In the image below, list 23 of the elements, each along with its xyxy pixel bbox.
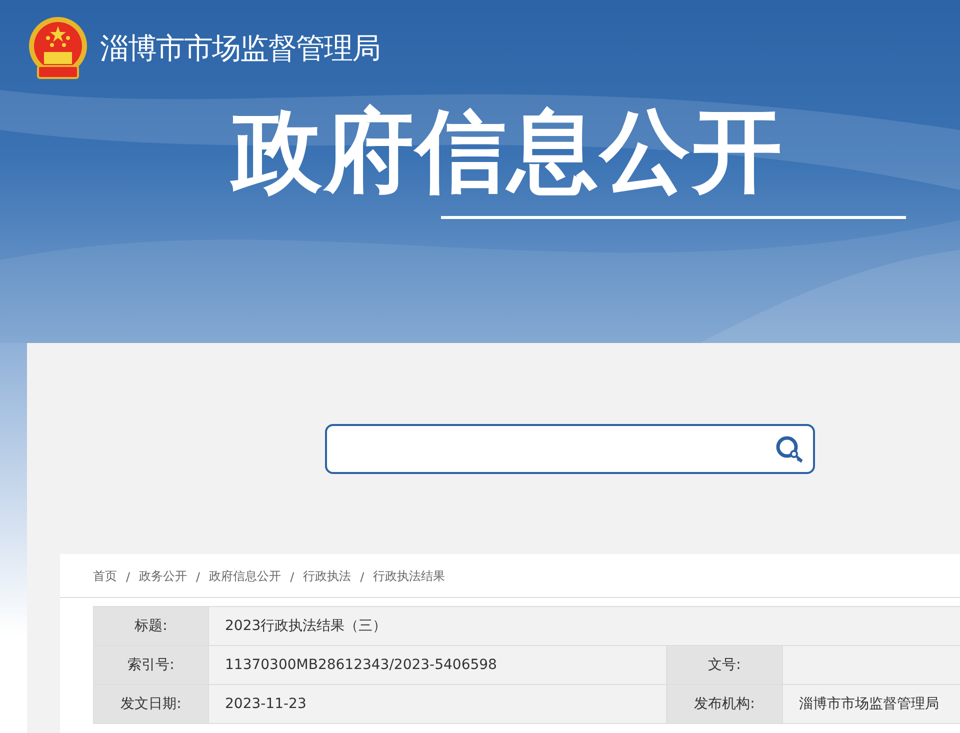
emblem-icon	[26, 16, 90, 82]
breadcrumb-link[interactable]: 政务公开	[139, 568, 188, 585]
field-value: 2023行政执法结果（三）	[209, 607, 960, 646]
field-value: 2023-11-23	[209, 685, 667, 724]
field-label: 索引号:	[94, 646, 209, 685]
breadcrumb-link[interactable]: 政府信息公开	[209, 568, 282, 585]
field-value: 淄博市市场监督管理局	[783, 685, 960, 724]
search-icon[interactable]	[775, 435, 803, 463]
field-label: 文号:	[667, 646, 783, 685]
banner-title: 政府信息公开	[232, 104, 785, 200]
breadcrumb-separator: /	[196, 570, 200, 584]
breadcrumb-separator: /	[360, 570, 364, 584]
field-label: 发文日期:	[94, 685, 209, 724]
field-label: 发布机构:	[667, 685, 783, 724]
search-field[interactable]	[325, 424, 815, 474]
field-value: 11370300MB28612343/2023-5406598	[209, 646, 667, 685]
breadcrumb-link[interactable]: 首页	[93, 568, 117, 585]
breadcrumb-separator: /	[126, 570, 130, 584]
breadcrumb-separator: /	[290, 570, 294, 584]
field-label: 标题:	[94, 607, 209, 646]
breadcrumb-link[interactable]: 行政执法结果	[373, 568, 446, 585]
breadcrumb-link[interactable]: 行政执法	[303, 568, 352, 585]
site-title: 淄博市市场监督管理局	[100, 30, 380, 67]
